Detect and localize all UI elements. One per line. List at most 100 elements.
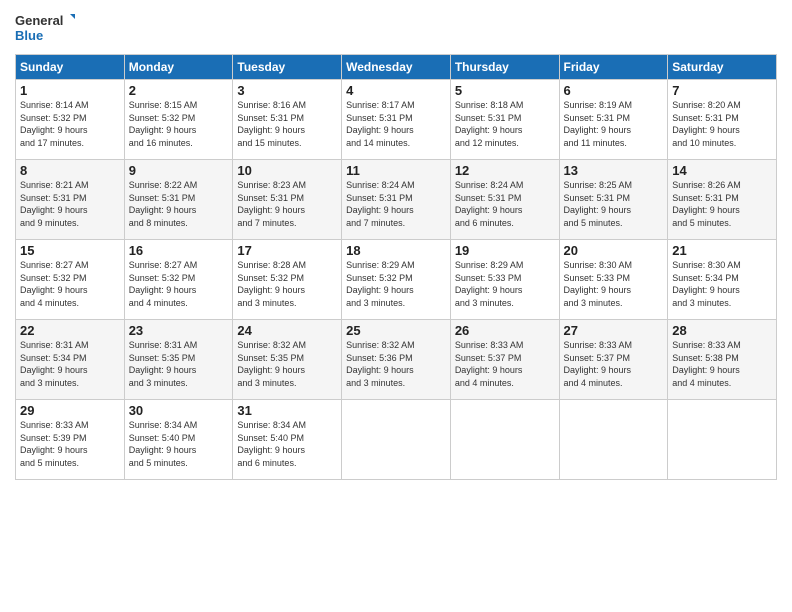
calendar-cell: 27Sunrise: 8:33 AM Sunset: 5:37 PM Dayli…	[559, 320, 668, 400]
day-number: 11	[346, 163, 446, 178]
day-number: 2	[129, 83, 229, 98]
day-info: Sunrise: 8:23 AM Sunset: 5:31 PM Dayligh…	[237, 179, 337, 229]
weekday-wednesday: Wednesday	[342, 55, 451, 80]
calendar-cell: 25Sunrise: 8:32 AM Sunset: 5:36 PM Dayli…	[342, 320, 451, 400]
day-info: Sunrise: 8:17 AM Sunset: 5:31 PM Dayligh…	[346, 99, 446, 149]
weekday-monday: Monday	[124, 55, 233, 80]
day-info: Sunrise: 8:16 AM Sunset: 5:31 PM Dayligh…	[237, 99, 337, 149]
page: General Blue SundayMondayTuesdayWednesda…	[0, 0, 792, 612]
calendar-cell: 20Sunrise: 8:30 AM Sunset: 5:33 PM Dayli…	[559, 240, 668, 320]
day-info: Sunrise: 8:29 AM Sunset: 5:33 PM Dayligh…	[455, 259, 555, 309]
calendar-cell	[559, 400, 668, 480]
calendar-cell: 24Sunrise: 8:32 AM Sunset: 5:35 PM Dayli…	[233, 320, 342, 400]
calendar-cell: 26Sunrise: 8:33 AM Sunset: 5:37 PM Dayli…	[450, 320, 559, 400]
day-number: 7	[672, 83, 772, 98]
day-info: Sunrise: 8:26 AM Sunset: 5:31 PM Dayligh…	[672, 179, 772, 229]
day-info: Sunrise: 8:22 AM Sunset: 5:31 PM Dayligh…	[129, 179, 229, 229]
calendar-cell: 17Sunrise: 8:28 AM Sunset: 5:32 PM Dayli…	[233, 240, 342, 320]
day-number: 18	[346, 243, 446, 258]
logo-svg: General Blue	[15, 10, 75, 46]
day-info: Sunrise: 8:32 AM Sunset: 5:35 PM Dayligh…	[237, 339, 337, 389]
day-info: Sunrise: 8:28 AM Sunset: 5:32 PM Dayligh…	[237, 259, 337, 309]
weekday-header-row: SundayMondayTuesdayWednesdayThursdayFrid…	[16, 55, 777, 80]
calendar-cell: 30Sunrise: 8:34 AM Sunset: 5:40 PM Dayli…	[124, 400, 233, 480]
day-info: Sunrise: 8:34 AM Sunset: 5:40 PM Dayligh…	[129, 419, 229, 469]
day-info: Sunrise: 8:33 AM Sunset: 5:38 PM Dayligh…	[672, 339, 772, 389]
day-info: Sunrise: 8:24 AM Sunset: 5:31 PM Dayligh…	[455, 179, 555, 229]
day-number: 24	[237, 323, 337, 338]
calendar-cell: 28Sunrise: 8:33 AM Sunset: 5:38 PM Dayli…	[668, 320, 777, 400]
svg-text:General: General	[15, 13, 63, 28]
calendar-cell: 12Sunrise: 8:24 AM Sunset: 5:31 PM Dayli…	[450, 160, 559, 240]
day-number: 25	[346, 323, 446, 338]
calendar-cell: 22Sunrise: 8:31 AM Sunset: 5:34 PM Dayli…	[16, 320, 125, 400]
calendar-cell	[668, 400, 777, 480]
day-info: Sunrise: 8:29 AM Sunset: 5:32 PM Dayligh…	[346, 259, 446, 309]
logo: General Blue	[15, 10, 75, 46]
calendar-cell: 16Sunrise: 8:27 AM Sunset: 5:32 PM Dayli…	[124, 240, 233, 320]
day-info: Sunrise: 8:25 AM Sunset: 5:31 PM Dayligh…	[564, 179, 664, 229]
day-info: Sunrise: 8:24 AM Sunset: 5:31 PM Dayligh…	[346, 179, 446, 229]
day-number: 22	[20, 323, 120, 338]
calendar-cell: 15Sunrise: 8:27 AM Sunset: 5:32 PM Dayli…	[16, 240, 125, 320]
header: General Blue	[15, 10, 777, 46]
day-info: Sunrise: 8:30 AM Sunset: 5:34 PM Dayligh…	[672, 259, 772, 309]
calendar-cell: 18Sunrise: 8:29 AM Sunset: 5:32 PM Dayli…	[342, 240, 451, 320]
calendar-cell	[342, 400, 451, 480]
day-info: Sunrise: 8:33 AM Sunset: 5:37 PM Dayligh…	[455, 339, 555, 389]
calendar-cell: 3Sunrise: 8:16 AM Sunset: 5:31 PM Daylig…	[233, 80, 342, 160]
day-info: Sunrise: 8:27 AM Sunset: 5:32 PM Dayligh…	[20, 259, 120, 309]
calendar-cell: 6Sunrise: 8:19 AM Sunset: 5:31 PM Daylig…	[559, 80, 668, 160]
calendar-cell: 29Sunrise: 8:33 AM Sunset: 5:39 PM Dayli…	[16, 400, 125, 480]
week-row-5: 29Sunrise: 8:33 AM Sunset: 5:39 PM Dayli…	[16, 400, 777, 480]
week-row-3: 15Sunrise: 8:27 AM Sunset: 5:32 PM Dayli…	[16, 240, 777, 320]
calendar-cell	[450, 400, 559, 480]
day-info: Sunrise: 8:31 AM Sunset: 5:35 PM Dayligh…	[129, 339, 229, 389]
day-info: Sunrise: 8:20 AM Sunset: 5:31 PM Dayligh…	[672, 99, 772, 149]
day-info: Sunrise: 8:33 AM Sunset: 5:39 PM Dayligh…	[20, 419, 120, 469]
day-number: 8	[20, 163, 120, 178]
calendar-cell: 4Sunrise: 8:17 AM Sunset: 5:31 PM Daylig…	[342, 80, 451, 160]
day-info: Sunrise: 8:21 AM Sunset: 5:31 PM Dayligh…	[20, 179, 120, 229]
calendar-cell: 8Sunrise: 8:21 AM Sunset: 5:31 PM Daylig…	[16, 160, 125, 240]
calendar-cell: 11Sunrise: 8:24 AM Sunset: 5:31 PM Dayli…	[342, 160, 451, 240]
day-info: Sunrise: 8:19 AM Sunset: 5:31 PM Dayligh…	[564, 99, 664, 149]
calendar-cell: 5Sunrise: 8:18 AM Sunset: 5:31 PM Daylig…	[450, 80, 559, 160]
day-number: 14	[672, 163, 772, 178]
calendar-cell: 1Sunrise: 8:14 AM Sunset: 5:32 PM Daylig…	[16, 80, 125, 160]
day-number: 28	[672, 323, 772, 338]
day-number: 3	[237, 83, 337, 98]
week-row-2: 8Sunrise: 8:21 AM Sunset: 5:31 PM Daylig…	[16, 160, 777, 240]
calendar-cell: 23Sunrise: 8:31 AM Sunset: 5:35 PM Dayli…	[124, 320, 233, 400]
calendar-cell: 2Sunrise: 8:15 AM Sunset: 5:32 PM Daylig…	[124, 80, 233, 160]
day-number: 5	[455, 83, 555, 98]
day-info: Sunrise: 8:14 AM Sunset: 5:32 PM Dayligh…	[20, 99, 120, 149]
day-number: 6	[564, 83, 664, 98]
calendar-cell: 13Sunrise: 8:25 AM Sunset: 5:31 PM Dayli…	[559, 160, 668, 240]
day-number: 23	[129, 323, 229, 338]
weekday-saturday: Saturday	[668, 55, 777, 80]
day-number: 26	[455, 323, 555, 338]
day-info: Sunrise: 8:30 AM Sunset: 5:33 PM Dayligh…	[564, 259, 664, 309]
day-info: Sunrise: 8:15 AM Sunset: 5:32 PM Dayligh…	[129, 99, 229, 149]
day-info: Sunrise: 8:33 AM Sunset: 5:37 PM Dayligh…	[564, 339, 664, 389]
weekday-tuesday: Tuesday	[233, 55, 342, 80]
calendar-cell: 7Sunrise: 8:20 AM Sunset: 5:31 PM Daylig…	[668, 80, 777, 160]
day-info: Sunrise: 8:34 AM Sunset: 5:40 PM Dayligh…	[237, 419, 337, 469]
day-number: 16	[129, 243, 229, 258]
day-number: 4	[346, 83, 446, 98]
calendar-cell: 19Sunrise: 8:29 AM Sunset: 5:33 PM Dayli…	[450, 240, 559, 320]
weekday-sunday: Sunday	[16, 55, 125, 80]
day-info: Sunrise: 8:18 AM Sunset: 5:31 PM Dayligh…	[455, 99, 555, 149]
day-number: 30	[129, 403, 229, 418]
weekday-friday: Friday	[559, 55, 668, 80]
day-info: Sunrise: 8:27 AM Sunset: 5:32 PM Dayligh…	[129, 259, 229, 309]
day-number: 21	[672, 243, 772, 258]
day-number: 19	[455, 243, 555, 258]
svg-text:Blue: Blue	[15, 28, 43, 43]
day-number: 20	[564, 243, 664, 258]
day-number: 12	[455, 163, 555, 178]
calendar-cell: 14Sunrise: 8:26 AM Sunset: 5:31 PM Dayli…	[668, 160, 777, 240]
day-number: 17	[237, 243, 337, 258]
day-number: 1	[20, 83, 120, 98]
